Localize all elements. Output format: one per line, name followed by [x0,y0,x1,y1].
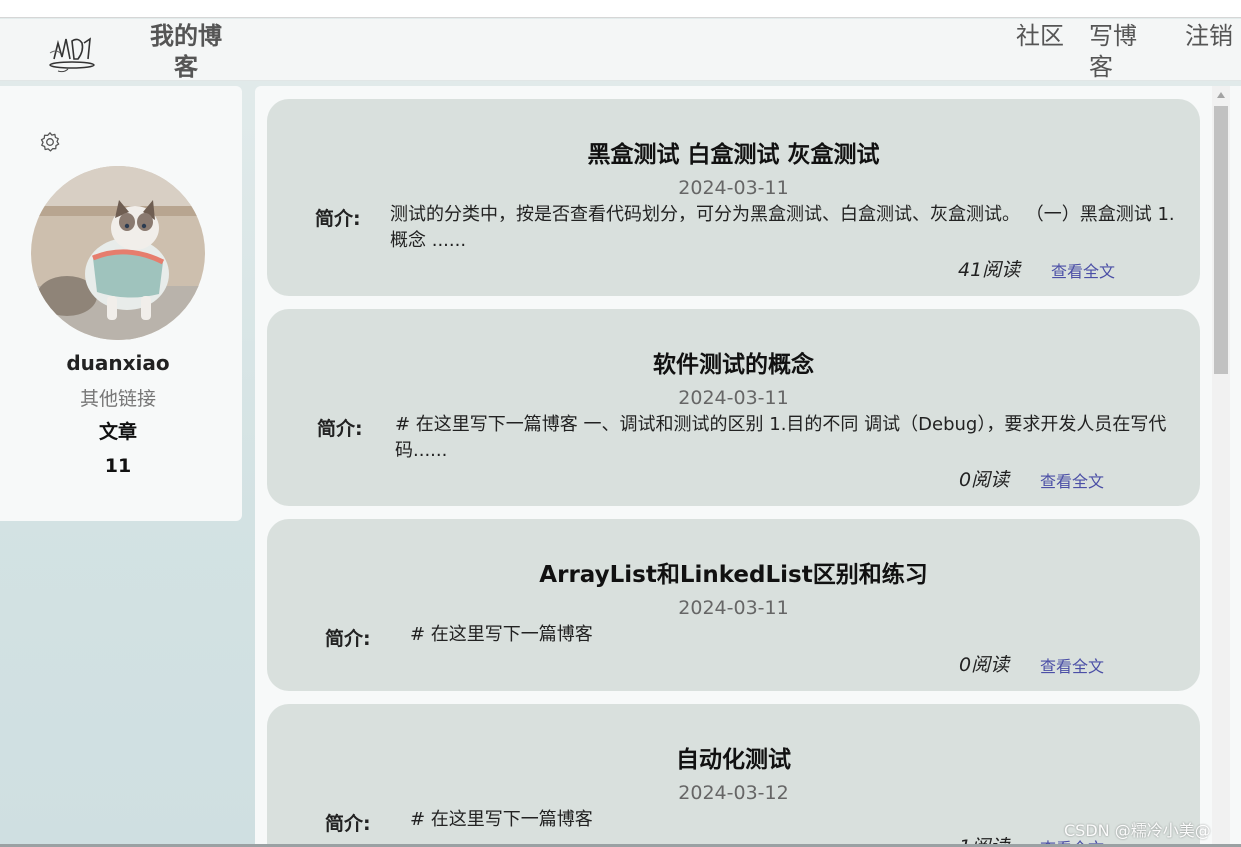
post-card: 黑盒测试 白盒测试 灰盒测试 2024-03-11 简介: 测试的分类中，按是否… [267,99,1200,296]
post-card: 软件测试的概念 2024-03-11 简介: # 在这里写下一篇博客 一、调试和… [267,309,1200,506]
browser-top-strip [0,0,1241,18]
read-full-link[interactable]: 查看全文 [1040,653,1104,677]
post-read-count: 0阅读 [959,469,1010,491]
post-title: 自动化测试 [676,747,791,773]
top-nav: 我的博客 社区 写博客 注销 [0,19,1241,81]
vertical-scrollbar[interactable] [1212,86,1230,847]
read-full-link[interactable]: 查看全文 [1040,468,1104,492]
read-full-link[interactable]: 查看全文 [1051,258,1115,282]
post-summary: 测试的分类中，按是否查看代码划分，可分为黑盒测试、白盒测试、灰盒测试。 （一）黑… [390,204,1175,251]
post-title: 黑盒测试 白盒测试 灰盒测试 [587,142,880,168]
post-read-count: 0阅读 [959,654,1010,676]
nav-community-link[interactable]: 社区 [1016,21,1070,52]
post-summary: # 在这里写下一篇博客 一、调试和测试的区别 1.目的不同 调试（Debug），… [395,414,1167,461]
post-title: ArrayList和LinkedList区别和练习 [539,562,928,588]
username: duanxiao [66,351,170,375]
site-logo-icon[interactable] [44,29,98,73]
cat-avatar-image [31,166,205,340]
post-card: 自动化测试 2024-03-12 简介: # 在这里写下一篇博客 1阅读 查看全… [267,704,1200,847]
post-summary-label: 简介: [315,208,361,230]
post-title: 软件测试的概念 [653,352,814,378]
post-card: ArrayList和LinkedList区别和练习 2024-03-11 简介:… [267,519,1200,691]
site-title[interactable]: 我的博客 [146,21,226,83]
article-count-value: 11 [104,455,132,477]
gear-icon[interactable] [39,131,61,153]
post-summary-label: 简介: [317,418,363,440]
watermark: CSDN @糯冷小美@ [1064,821,1211,840]
scroll-up-arrow-icon[interactable] [1217,92,1225,98]
post-date: 2024-03-11 [678,387,789,409]
scrollbar-thumb[interactable] [1214,106,1228,374]
avatar [31,166,205,340]
post-date: 2024-03-12 [678,782,789,804]
article-count-label: 文章 [98,421,137,443]
post-summary-label: 简介: [325,628,371,650]
post-summary: # 在这里写下一篇博客 [410,624,593,645]
nav-logout-link[interactable]: 注销 [1185,21,1239,52]
nav-write-blog-link[interactable]: 写博客 [1089,21,1143,83]
post-summary-label: 简介: [325,813,371,835]
other-links[interactable]: 其他链接 [0,384,236,411]
post-read-count: 41阅读 [958,259,1021,281]
post-date: 2024-03-11 [678,597,789,619]
post-list: 黑盒测试 白盒测试 灰盒测试 2024-03-11 简介: 测试的分类中，按是否… [255,86,1241,847]
post-date: 2024-03-11 [678,177,789,199]
